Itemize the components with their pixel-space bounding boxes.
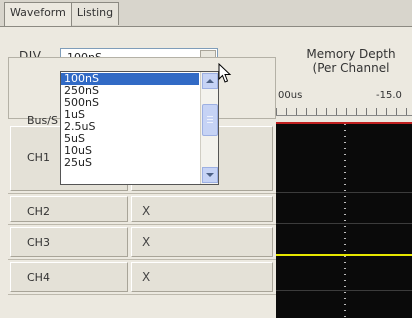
- channel-separator: [276, 223, 412, 224]
- waveform-display[interactable]: [276, 122, 412, 318]
- channel-row: CH4 X: [8, 260, 276, 295]
- waveform-trace: [276, 254, 412, 256]
- cursor-dotted-line: [344, 124, 346, 318]
- arrow-pointer-icon: [218, 63, 232, 83]
- channel-value: X: [142, 235, 151, 249]
- dropdown-options: 100nS 250nS 500nS 1uS 2.5uS 5uS 10uS 25u…: [61, 73, 199, 169]
- tab-bar: Waveform Listing: [4, 2, 120, 27]
- channel-value-cell[interactable]: X: [131, 262, 273, 292]
- channel-name: CH3: [27, 236, 50, 249]
- channel-name-cell[interactable]: CH4: [10, 262, 128, 292]
- ruler-tick-1: -15.0: [376, 90, 402, 101]
- channel-separator: [276, 192, 412, 193]
- channel-name: CH2: [27, 205, 50, 218]
- dropdown-scrollbar[interactable]: [200, 72, 218, 184]
- scroll-up-icon[interactable]: [202, 73, 218, 89]
- tab-waveform[interactable]: Waveform: [4, 2, 72, 27]
- tab-listing[interactable]: Listing: [70, 2, 120, 25]
- channel-value-cell[interactable]: X: [131, 227, 273, 257]
- channel-name-cell[interactable]: CH3: [10, 227, 128, 257]
- channel-separator: [276, 290, 412, 291]
- channel-name: CH4: [27, 271, 50, 284]
- ruler-tick-0: 00us: [278, 90, 303, 101]
- scroll-down-icon[interactable]: [202, 167, 218, 183]
- dropdown-option[interactable]: 25uS: [61, 157, 199, 169]
- channel-value: X: [142, 270, 151, 284]
- memory-depth-label: Memory Depth (Per Channel: [290, 47, 412, 75]
- channel-row: CH2 X: [8, 194, 276, 225]
- ruler-ticks: [276, 108, 412, 116]
- time-ruler: 00us -15.0: [276, 90, 412, 122]
- channel-row: CH3 X: [8, 225, 276, 260]
- memory-depth-line2: (Per Channel: [312, 61, 390, 75]
- channel-value-cell[interactable]: X: [131, 196, 273, 222]
- scroll-thumb[interactable]: [202, 104, 218, 136]
- channel-name-cell[interactable]: CH2: [10, 196, 128, 222]
- channel-name: CH1: [27, 151, 50, 164]
- div-dropdown-list[interactable]: 100nS 250nS 500nS 1uS 2.5uS 5uS 10uS 25u…: [60, 71, 219, 185]
- channel-value: X: [142, 204, 151, 218]
- memory-depth-line1: Memory Depth: [306, 47, 396, 61]
